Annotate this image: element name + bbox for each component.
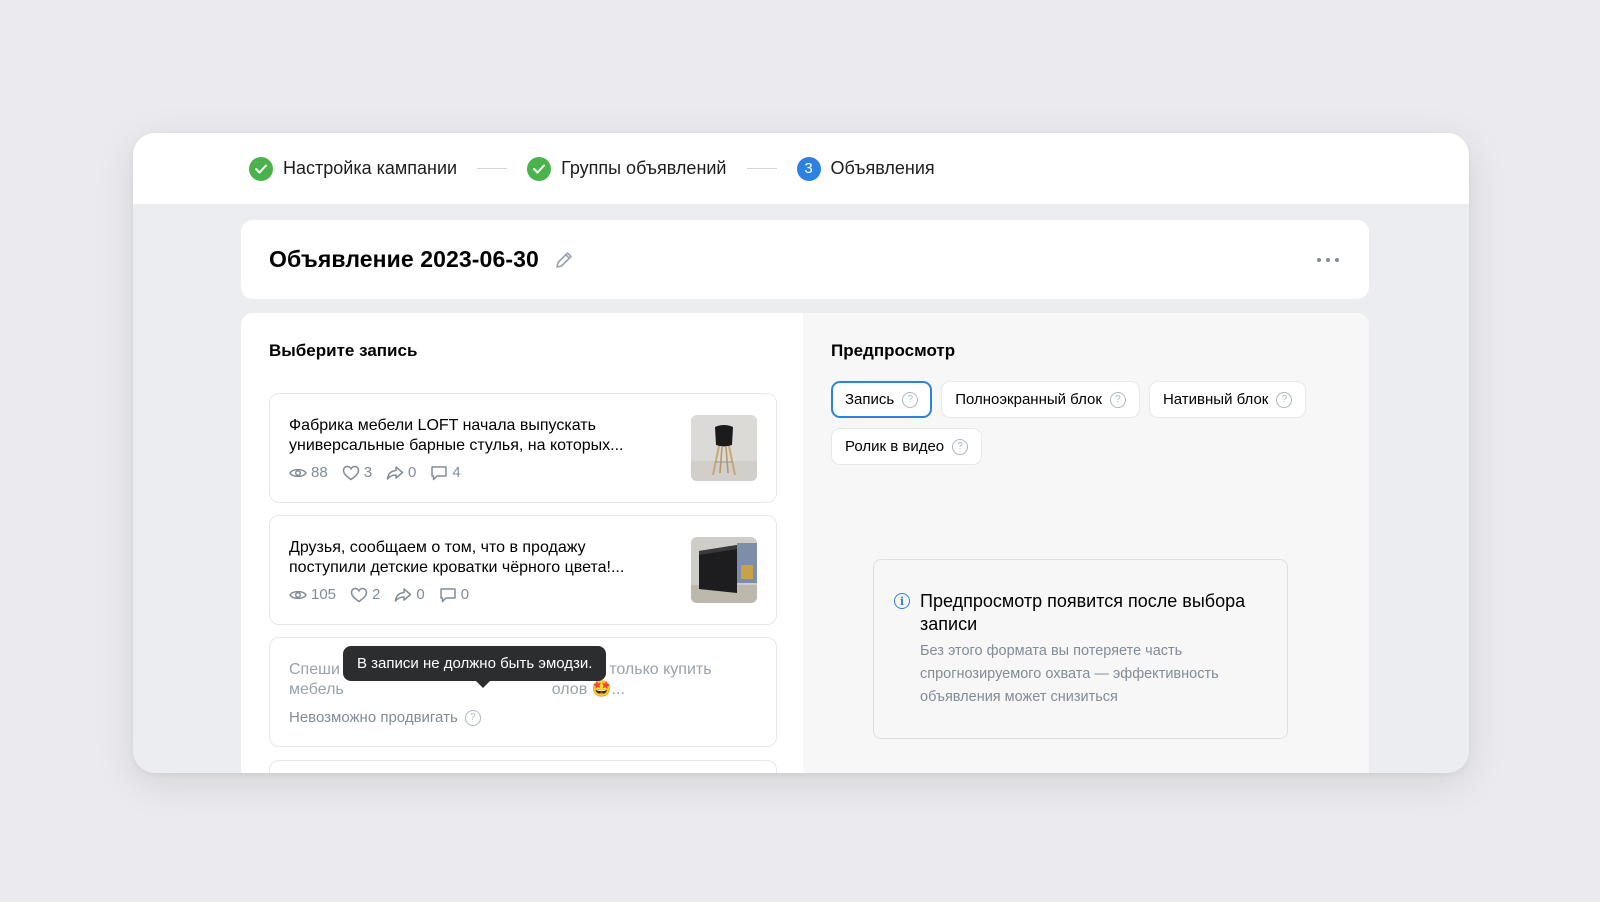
step-divider bbox=[477, 168, 508, 169]
heart-icon bbox=[350, 587, 368, 602]
info-description: Без этого формата вы потеряете часть спр… bbox=[920, 643, 1219, 705]
views-count: 88 bbox=[311, 464, 328, 481]
post-thumbnail-crib bbox=[691, 537, 757, 603]
page-title: Объявление 2023-06-30 bbox=[269, 246, 539, 272]
eye-icon bbox=[289, 468, 307, 477]
ad-editor-window: Настройка кампании Группы объявлений 3 О… bbox=[133, 133, 1469, 773]
post-card[interactable]: Друзья, сообщаем о том, что в продажу по… bbox=[269, 515, 777, 625]
post-text: Фабрика мебели LOFT начала выпускать уни… bbox=[289, 417, 624, 454]
question-icon[interactable]: ? bbox=[952, 438, 969, 455]
likes-stat: 3 bbox=[342, 464, 372, 481]
comments-stat: 0 bbox=[439, 586, 469, 603]
tab-label: Запись bbox=[845, 391, 895, 408]
tab-video-roll[interactable]: Ролик в видео ? bbox=[831, 428, 983, 465]
comment-icon bbox=[439, 587, 456, 602]
preview-placeholder: i Предпросмотр появится после выбора зап… bbox=[873, 559, 1288, 739]
step-number-badge: 3 bbox=[796, 156, 821, 181]
preview-column: Предпросмотр Запись ? Полноэкранный блок… bbox=[803, 313, 1369, 773]
step-divider bbox=[746, 168, 777, 169]
post-card[interactable]: Фабрика мебели LOFT начала выпускать уни… bbox=[269, 393, 777, 503]
shares-stat: 0 bbox=[394, 586, 425, 603]
likes-count: 3 bbox=[363, 464, 373, 481]
question-icon[interactable]: ? bbox=[1276, 391, 1293, 408]
eye-icon bbox=[289, 590, 307, 599]
question-icon[interactable]: ? bbox=[464, 709, 481, 726]
campaign-stepper: Настройка кампании Группы объявлений 3 О… bbox=[133, 133, 1469, 204]
section-title: Предпросмотр bbox=[831, 341, 956, 360]
shares-count: 0 bbox=[416, 586, 425, 603]
likes-count: 2 bbox=[372, 586, 381, 603]
shares-count: 0 bbox=[408, 464, 417, 481]
step-label: Настройка кампании bbox=[283, 158, 458, 178]
question-icon[interactable]: ? bbox=[902, 391, 919, 408]
pencil-icon[interactable] bbox=[553, 249, 575, 271]
ad-title-card: Объявление 2023-06-30 bbox=[241, 220, 1369, 299]
post-thumbnail-chair bbox=[691, 415, 757, 481]
comment-icon bbox=[431, 465, 448, 480]
shares-stat: 0 bbox=[386, 464, 416, 481]
promotion-unavailable: Невозможно продвигать ? bbox=[289, 709, 481, 726]
check-icon bbox=[249, 156, 273, 181]
heart-icon bbox=[342, 465, 359, 480]
post-stats: 105 2 0 0 bbox=[289, 586, 483, 603]
emoji-warning-tooltip: В записи не должно быть эмодзи. bbox=[343, 646, 607, 688]
post-stats: 88 3 0 4 bbox=[289, 464, 475, 481]
tab-native-block[interactable]: Нативный блок ? bbox=[1148, 381, 1307, 418]
step-campaign-settings[interactable]: Настройка кампании bbox=[249, 156, 458, 181]
step-ad-groups[interactable]: Группы объявлений bbox=[527, 156, 727, 181]
step-label: Группы объявлений bbox=[561, 158, 727, 178]
info-title: Предпросмотр появится после выбора запис… bbox=[920, 591, 1246, 634]
tab-label: Полноэкранный блок bbox=[955, 391, 1102, 408]
info-header: i Предпросмотр появится после выбора зап… bbox=[894, 590, 1267, 636]
views-count: 105 bbox=[311, 586, 337, 603]
views-stat: 88 bbox=[289, 464, 328, 481]
tab-label: Ролик в видео bbox=[845, 438, 945, 455]
tab-label: Нативный блок bbox=[1162, 391, 1269, 408]
share-icon bbox=[386, 465, 404, 480]
info-icon: i bbox=[894, 593, 910, 609]
preview-format-tabs: Запись ? Полноэкранный блок ? Нативный б… bbox=[831, 381, 1341, 475]
more-icon[interactable] bbox=[1315, 250, 1341, 270]
comments-count: 0 bbox=[460, 586, 470, 603]
comments-stat: 4 bbox=[430, 464, 461, 481]
promotion-unavailable-label: Невозможно продвигать bbox=[289, 709, 458, 726]
likes-stat: 2 bbox=[350, 586, 380, 603]
tab-fullscreen-block[interactable]: Полноэкранный блок ? bbox=[941, 381, 1140, 418]
step-label: Объявления bbox=[830, 158, 935, 178]
check-icon bbox=[527, 156, 552, 181]
post-card[interactable] bbox=[269, 760, 777, 773]
post-text: Друзья, сообщаем о том, что в продажу по… bbox=[289, 539, 625, 576]
tab-post[interactable]: Запись ? bbox=[831, 381, 933, 418]
post-selection-column: Выберите запись Фабрика мебели LOFT нача… bbox=[241, 313, 803, 773]
section-title: Выберите запись bbox=[269, 341, 418, 360]
main-panel: Выберите запись Фабрика мебели LOFT нача… bbox=[241, 313, 1369, 773]
step-ads[interactable]: 3 Объявления bbox=[796, 156, 935, 181]
question-icon[interactable]: ? bbox=[1109, 391, 1126, 408]
comments-count: 4 bbox=[452, 464, 461, 481]
share-icon bbox=[395, 587, 412, 602]
views-stat: 105 bbox=[289, 586, 336, 603]
